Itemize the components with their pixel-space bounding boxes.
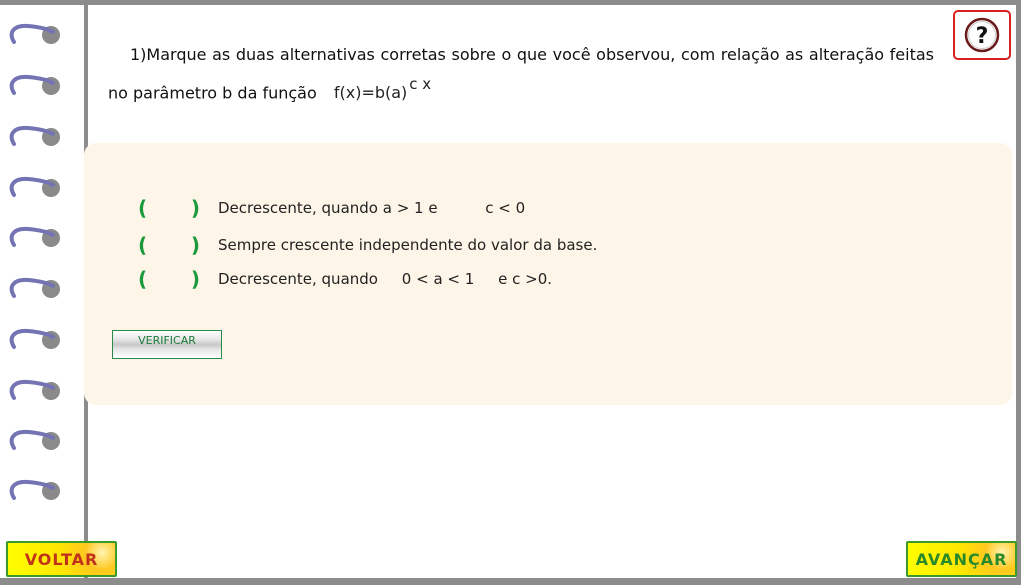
spiral-ring-icon	[8, 476, 64, 506]
spiral-ring-icon	[8, 173, 64, 203]
open-paren: (	[138, 233, 148, 257]
spiral-ring-icon	[8, 20, 64, 50]
spiral-ring-icon	[8, 223, 64, 253]
option-label: Decrescente, quando a > 1 e c < 0	[218, 199, 526, 217]
spiral-ring-icon	[8, 71, 64, 101]
option-checkbox[interactable]: ( )	[138, 196, 200, 220]
function-formula: f(x)=b(a) c x	[333, 75, 431, 103]
question-text: 1)Marque as duas alternativas corretas s…	[108, 38, 934, 109]
question-body: Marque as duas alternativas corretas sob…	[108, 45, 934, 103]
option-item: ( ) Decrescente, quando a > 1 e c < 0	[138, 196, 526, 220]
frame-right-border	[1016, 0, 1021, 585]
option-checkbox[interactable]: ( )	[138, 233, 200, 257]
back-button[interactable]: VOLTAR	[6, 541, 117, 577]
option-item: ( ) Decrescente, quando 0 < a < 1 e c >0…	[138, 267, 553, 291]
option-label: Sempre crescente independente do valor d…	[218, 236, 598, 254]
close-paren: )	[190, 267, 200, 291]
frame-top-border	[0, 0, 1021, 5]
close-paren: )	[190, 233, 200, 257]
help-button[interactable]: ?	[953, 10, 1011, 60]
frame-bottom-border	[0, 578, 1021, 585]
formula-exponent: c x	[409, 75, 432, 93]
spiral-ring-icon	[8, 376, 64, 406]
spiral-ring-icon	[8, 274, 64, 304]
verify-button[interactable]: VERIFICAR	[112, 330, 222, 359]
close-paren: )	[190, 196, 200, 220]
open-paren: (	[138, 196, 148, 220]
formula-base: f(x)=b(a)	[333, 83, 408, 103]
option-item: ( ) Sempre crescente independente do val…	[138, 233, 598, 257]
option-checkbox[interactable]: ( )	[138, 267, 200, 291]
question-mark-icon: ?	[964, 17, 1000, 53]
spiral-ring-icon	[8, 325, 64, 355]
option-label: Decrescente, quando 0 < a < 1 e c >0.	[218, 270, 553, 288]
spiral-ring-icon	[8, 122, 64, 152]
svg-text:?: ?	[976, 24, 989, 49]
next-button[interactable]: AVANÇAR	[906, 541, 1017, 577]
open-paren: (	[138, 267, 148, 291]
spiral-ring-icon	[8, 426, 64, 456]
question-number: 1)	[130, 45, 147, 64]
